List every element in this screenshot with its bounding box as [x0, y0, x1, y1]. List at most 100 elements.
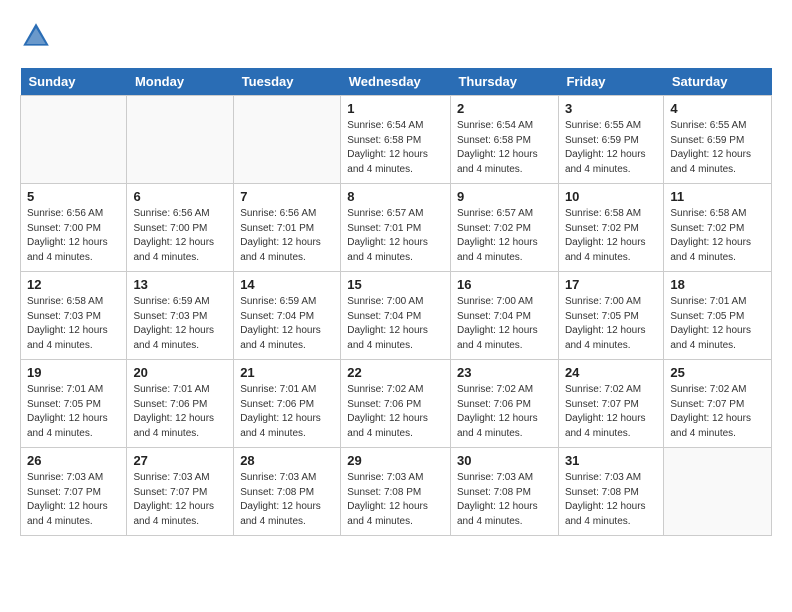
day-number: 27 [133, 453, 227, 468]
day-number: 20 [133, 365, 227, 380]
day-info: Sunrise: 6:56 AM Sunset: 7:01 PM Dayligh… [240, 207, 334, 265]
column-header-wednesday: Wednesday [341, 68, 451, 96]
day-info: Sunrise: 6:54 AM Sunset: 6:58 PM Dayligh… [457, 119, 552, 177]
day-number: 29 [347, 453, 444, 468]
day-cell: 27 Sunrise: 7:03 AM Sunset: 7:07 PM Dayli… [127, 448, 234, 536]
logo [20, 20, 56, 52]
day-number: 16 [457, 277, 552, 292]
day-info: Sunrise: 6:58 AM Sunset: 7:02 PM Dayligh… [670, 207, 765, 265]
day-info: Sunrise: 7:03 AM Sunset: 7:07 PM Dayligh… [133, 471, 227, 529]
day-number: 15 [347, 277, 444, 292]
day-info: Sunrise: 7:02 AM Sunset: 7:06 PM Dayligh… [457, 383, 552, 441]
day-cell: 24Sunrise: 7:02 AM Sunset: 7:07 PM Dayli… [558, 360, 663, 448]
day-cell: 7 Sunrise: 6:56 AM Sunset: 7:01 PM Daylig… [234, 184, 341, 272]
day-cell: 29 Sunrise: 7:03 AM Sunset: 7:08 PM Dayli… [341, 448, 451, 536]
day-cell: 23 Sunrise: 7:02 AM Sunset: 7:06 PM Dayli… [450, 360, 558, 448]
day-info: Sunrise: 7:02 AM Sunset: 7:06 PM Dayligh… [347, 383, 444, 441]
day-cell: 8 Sunrise: 6:57 AM Sunset: 7:01 PM Daylig… [341, 184, 451, 272]
day-info: Sunrise: 7:03 AM Sunset: 7:08 PM Dayligh… [347, 471, 444, 529]
day-cell: 4 Sunrise: 6:55 AM Sunset: 6:59 PM Daylig… [664, 96, 772, 184]
day-cell [21, 96, 127, 184]
day-number: 10 [565, 189, 657, 204]
day-cell: 11 Sunrise: 6:58 AM Sunset: 7:02 PM Dayli… [664, 184, 772, 272]
day-number: 1 [347, 101, 444, 116]
day-info: Sunrise: 6:57 AM Sunset: 7:01 PM Dayligh… [347, 207, 444, 265]
day-number: 6 [133, 189, 227, 204]
day-number: 21 [240, 365, 334, 380]
day-info: Sunrise: 7:03 AM Sunset: 7:08 PM Dayligh… [457, 471, 552, 529]
day-info: Sunrise: 6:55 AM Sunset: 6:59 PM Dayligh… [565, 119, 657, 177]
day-cell: 19 Sunrise: 7:01 AM Sunset: 7:05 PM Dayli… [21, 360, 127, 448]
day-number: 13 [133, 277, 227, 292]
day-number: 22 [347, 365, 444, 380]
week-row-3: 12Sunrise: 6:58 AM Sunset: 7:03 PM Dayli… [21, 272, 772, 360]
day-number: 14 [240, 277, 334, 292]
day-number: 24 [565, 365, 657, 380]
column-header-sunday: Sunday [21, 68, 127, 96]
day-cell: 16 Sunrise: 7:00 AM Sunset: 7:04 PM Dayli… [450, 272, 558, 360]
day-info: Sunrise: 6:55 AM Sunset: 6:59 PM Dayligh… [670, 119, 765, 177]
day-cell: 13 Sunrise: 6:59 AM Sunset: 7:03 PM Dayli… [127, 272, 234, 360]
day-info: Sunrise: 7:01 AM Sunset: 7:06 PM Dayligh… [133, 383, 227, 441]
day-cell: 17Sunrise: 7:00 AM Sunset: 7:05 PM Dayli… [558, 272, 663, 360]
day-number: 2 [457, 101, 552, 116]
day-info: Sunrise: 7:03 AM Sunset: 7:08 PM Dayligh… [240, 471, 334, 529]
day-info: Sunrise: 6:56 AM Sunset: 7:00 PM Dayligh… [27, 207, 120, 265]
day-number: 25 [670, 365, 765, 380]
day-cell: 1 Sunrise: 6:54 AM Sunset: 6:58 PM Daylig… [341, 96, 451, 184]
day-cell [234, 96, 341, 184]
column-header-thursday: Thursday [450, 68, 558, 96]
day-cell: 6 Sunrise: 6:56 AM Sunset: 7:00 PM Daylig… [127, 184, 234, 272]
day-number: 4 [670, 101, 765, 116]
day-number: 8 [347, 189, 444, 204]
day-info: Sunrise: 6:56 AM Sunset: 7:00 PM Dayligh… [133, 207, 227, 265]
day-number: 18 [670, 277, 765, 292]
day-info: Sunrise: 7:00 AM Sunset: 7:04 PM Dayligh… [457, 295, 552, 353]
column-header-tuesday: Tuesday [234, 68, 341, 96]
column-header-saturday: Saturday [664, 68, 772, 96]
header-row: SundayMondayTuesdayWednesdayThursdayFrid… [21, 68, 772, 96]
day-number: 11 [670, 189, 765, 204]
day-info: Sunrise: 6:59 AM Sunset: 7:03 PM Dayligh… [133, 295, 227, 353]
day-info: Sunrise: 7:00 AM Sunset: 7:04 PM Dayligh… [347, 295, 444, 353]
column-header-monday: Monday [127, 68, 234, 96]
day-cell: 22 Sunrise: 7:02 AM Sunset: 7:06 PM Dayli… [341, 360, 451, 448]
day-info: Sunrise: 6:54 AM Sunset: 6:58 PM Dayligh… [347, 119, 444, 177]
day-cell: 25 Sunrise: 7:02 AM Sunset: 7:07 PM Dayli… [664, 360, 772, 448]
day-cell [664, 448, 772, 536]
day-cell: 5Sunrise: 6:56 AM Sunset: 7:00 PM Daylig… [21, 184, 127, 272]
column-header-friday: Friday [558, 68, 663, 96]
day-number: 31 [565, 453, 657, 468]
day-info: Sunrise: 7:02 AM Sunset: 7:07 PM Dayligh… [670, 383, 765, 441]
week-row-1: 1 Sunrise: 6:54 AM Sunset: 6:58 PM Daylig… [21, 96, 772, 184]
week-row-2: 5Sunrise: 6:56 AM Sunset: 7:00 PM Daylig… [21, 184, 772, 272]
day-cell: 20 Sunrise: 7:01 AM Sunset: 7:06 PM Dayli… [127, 360, 234, 448]
day-info: Sunrise: 7:03 AM Sunset: 7:08 PM Dayligh… [565, 471, 657, 529]
day-cell: 30Sunrise: 7:03 AM Sunset: 7:08 PM Dayli… [450, 448, 558, 536]
calendar-table: SundayMondayTuesdayWednesdayThursdayFrid… [20, 68, 772, 536]
day-info: Sunrise: 6:58 AM Sunset: 7:02 PM Dayligh… [565, 207, 657, 265]
week-row-4: 19 Sunrise: 7:01 AM Sunset: 7:05 PM Dayli… [21, 360, 772, 448]
day-cell: 9Sunrise: 6:57 AM Sunset: 7:02 PM Daylig… [450, 184, 558, 272]
day-cell: 14Sunrise: 6:59 AM Sunset: 7:04 PM Dayli… [234, 272, 341, 360]
day-number: 19 [27, 365, 120, 380]
day-info: Sunrise: 6:58 AM Sunset: 7:03 PM Dayligh… [27, 295, 120, 353]
day-cell: 31 Sunrise: 7:03 AM Sunset: 7:08 PM Dayli… [558, 448, 663, 536]
day-number: 23 [457, 365, 552, 380]
day-number: 26 [27, 453, 120, 468]
day-cell: 21Sunrise: 7:01 AM Sunset: 7:06 PM Dayli… [234, 360, 341, 448]
day-info: Sunrise: 7:01 AM Sunset: 7:05 PM Dayligh… [27, 383, 120, 441]
day-info: Sunrise: 7:01 AM Sunset: 7:05 PM Dayligh… [670, 295, 765, 353]
day-cell: 2 Sunrise: 6:54 AM Sunset: 6:58 PM Daylig… [450, 96, 558, 184]
day-number: 7 [240, 189, 334, 204]
page-header [20, 20, 772, 52]
day-cell: 26Sunrise: 7:03 AM Sunset: 7:07 PM Dayli… [21, 448, 127, 536]
logo-icon [20, 20, 52, 52]
day-cell: 28 Sunrise: 7:03 AM Sunset: 7:08 PM Dayli… [234, 448, 341, 536]
day-cell [127, 96, 234, 184]
day-info: Sunrise: 7:00 AM Sunset: 7:05 PM Dayligh… [565, 295, 657, 353]
day-info: Sunrise: 6:57 AM Sunset: 7:02 PM Dayligh… [457, 207, 552, 265]
day-cell: 10 Sunrise: 6:58 AM Sunset: 7:02 PM Dayli… [558, 184, 663, 272]
week-row-5: 26 Sunrise: 7:03 AM Sunset: 7:07 PM Dayli… [21, 448, 772, 536]
day-number: 28 [240, 453, 334, 468]
